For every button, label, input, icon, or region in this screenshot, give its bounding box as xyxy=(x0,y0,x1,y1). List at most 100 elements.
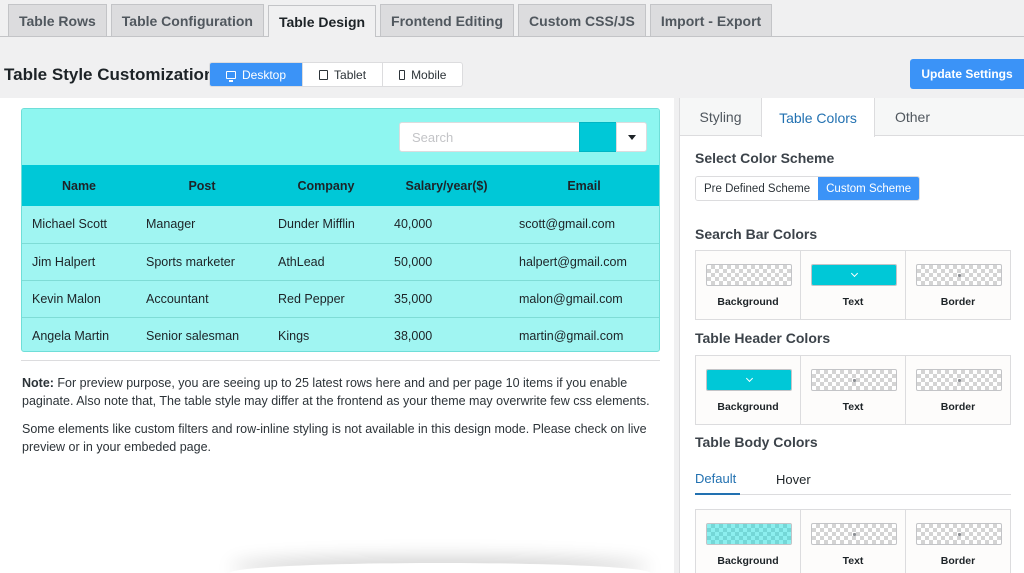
table-row: Jim Halpert Sports marketer AthLead 50,0… xyxy=(22,243,659,281)
tablet-button[interactable]: Tablet xyxy=(303,63,384,86)
table-body-colors-heading: Table Body Colors xyxy=(695,434,818,450)
table-cell: halpert@gmail.com xyxy=(509,243,659,281)
color-swatch[interactable] xyxy=(706,369,792,391)
search-bar-color-row: Background Text Border xyxy=(695,250,1011,320)
body-text-picker[interactable]: Text xyxy=(801,510,906,573)
dot-icon xyxy=(852,378,856,382)
table-cell: 35,000 xyxy=(384,280,509,318)
caret-down-icon xyxy=(627,134,636,140)
tab-import-export[interactable]: Import - Export xyxy=(649,4,773,36)
search-dropdown-button[interactable] xyxy=(616,122,647,152)
color-swatch[interactable] xyxy=(811,523,897,545)
search-bar-text-picker[interactable]: Text xyxy=(801,251,906,319)
color-swatch[interactable] xyxy=(706,264,792,286)
header-background-picker[interactable]: Background xyxy=(696,356,801,424)
table-body-color-row: Background Text Border xyxy=(695,509,1011,573)
mobile-button[interactable]: Mobile xyxy=(383,63,462,86)
predefined-scheme-button[interactable]: Pre Defined Scheme xyxy=(696,177,819,200)
note-divider xyxy=(21,360,660,361)
design-mode-note: Some elements like custom filters and ro… xyxy=(22,422,647,454)
dot-icon xyxy=(957,273,961,277)
note-text: For preview purpose, you are seeing up t… xyxy=(22,376,650,408)
table-cell: Dunder Mifflin xyxy=(268,206,384,244)
picker-label: Border xyxy=(940,296,976,308)
table-cell: Jim Halpert xyxy=(22,243,136,281)
picker-label: Text xyxy=(842,296,864,308)
body-border-picker[interactable]: Border xyxy=(906,510,1010,573)
tab-custom-css-js[interactable]: Custom CSS/JS xyxy=(518,4,646,36)
table-cell: 40,000 xyxy=(384,206,509,244)
tab-other[interactable]: Other xyxy=(875,98,950,136)
settings-panel: Styling Table Colors Other Select Color … xyxy=(679,98,1024,573)
table-cell: Senior salesman xyxy=(146,328,240,343)
table-row: Michael Scott Manager Dunder Mifflin 40,… xyxy=(22,206,659,244)
preview-note: Note: For preview purpose, you are seein… xyxy=(22,374,662,410)
phone-icon xyxy=(399,69,406,80)
monitor-icon xyxy=(226,70,236,82)
color-swatch[interactable] xyxy=(916,264,1002,286)
table-header-colors-heading: Table Header Colors xyxy=(695,330,831,346)
table-cell: Sports marketer xyxy=(136,243,268,281)
picker-label: Border xyxy=(940,555,976,567)
column-header: Email xyxy=(509,165,659,206)
desktop-button[interactable]: Desktop xyxy=(210,63,304,86)
tab-styling[interactable]: Styling xyxy=(680,98,761,136)
table-cell: 50,000 xyxy=(384,243,509,281)
update-settings-button[interactable]: Update Settings xyxy=(910,59,1024,89)
color-swatch[interactable] xyxy=(916,369,1002,391)
table-cell: Accountant xyxy=(136,280,268,318)
search-bar-border-picker[interactable]: Border xyxy=(906,251,1010,319)
color-swatch[interactable] xyxy=(811,264,897,286)
table-search-bar: Search xyxy=(22,109,659,165)
table-cell: malon@gmail.com xyxy=(509,280,659,318)
body-background-picker[interactable]: Background xyxy=(696,510,801,573)
picker-label: Border xyxy=(940,401,976,413)
top-tab-bar: Table Rows Table Configuration Table Des… xyxy=(8,4,776,37)
column-header: Name xyxy=(22,165,136,206)
picker-label: Background xyxy=(717,296,779,308)
header-text-picker[interactable]: Text xyxy=(801,356,906,424)
table-cell: martin@gmail.com xyxy=(519,328,624,343)
table-cell: scott@gmail.com xyxy=(509,206,659,244)
dot-icon xyxy=(957,532,961,536)
search-bar-colors-heading: Search Bar Colors xyxy=(695,226,818,242)
picker-label: Text xyxy=(842,555,864,567)
note-label: Note: xyxy=(22,376,54,390)
search-bar-background-picker[interactable]: Background xyxy=(696,251,801,319)
search-input[interactable]: Search xyxy=(399,122,580,152)
page-title: Table Style Customization xyxy=(4,65,215,84)
header-border-picker[interactable]: Border xyxy=(906,356,1010,424)
tab-hover[interactable]: Hover xyxy=(776,463,851,495)
tab-frontend-editing[interactable]: Frontend Editing xyxy=(380,4,515,36)
table-cell: Angela Martin xyxy=(32,328,110,343)
column-header: Post xyxy=(136,165,268,206)
custom-scheme-button[interactable]: Custom Scheme xyxy=(818,177,920,200)
table-cell: 38,000 xyxy=(394,328,433,343)
tabs-divider xyxy=(0,36,1024,37)
panel-tab-bar: Styling Table Colors Other xyxy=(680,98,1024,137)
select-color-scheme-heading: Select Color Scheme xyxy=(695,150,835,166)
tablet-label: Tablet xyxy=(334,67,367,82)
search-button[interactable] xyxy=(579,122,617,152)
tab-default[interactable]: Default xyxy=(695,463,740,495)
dot-icon xyxy=(957,378,961,382)
mobile-label: Mobile xyxy=(411,67,447,82)
picker-label: Text xyxy=(842,401,864,413)
tab-table-rows[interactable]: Table Rows xyxy=(8,4,107,36)
tab-table-configuration[interactable]: Table Configuration xyxy=(110,4,264,36)
color-swatch[interactable] xyxy=(811,369,897,391)
picker-label: Background xyxy=(717,401,779,413)
color-swatch[interactable] xyxy=(706,523,792,545)
tab-table-colors[interactable]: Table Colors xyxy=(761,98,875,137)
preview-table-container: Search Name Post Company Salary/year($) … xyxy=(21,108,660,352)
table-row: Kevin Malon Accountant Red Pepper 35,000… xyxy=(22,280,659,318)
tab-table-design[interactable]: Table Design xyxy=(267,5,377,37)
table-cell: AthLead xyxy=(268,243,384,281)
preview-table: Name Post Company Salary/year($) Email M… xyxy=(22,165,659,351)
dot-icon xyxy=(852,532,856,536)
table-preview-area: Search Name Post Company Salary/year($) … xyxy=(0,98,674,573)
table-cell: Kevin Malon xyxy=(22,280,136,318)
table-row: Angela Martin Senior salesman Kings 38,0… xyxy=(22,317,659,351)
color-swatch[interactable] xyxy=(916,523,1002,545)
body-color-tabs: Default Hover xyxy=(695,463,1011,495)
